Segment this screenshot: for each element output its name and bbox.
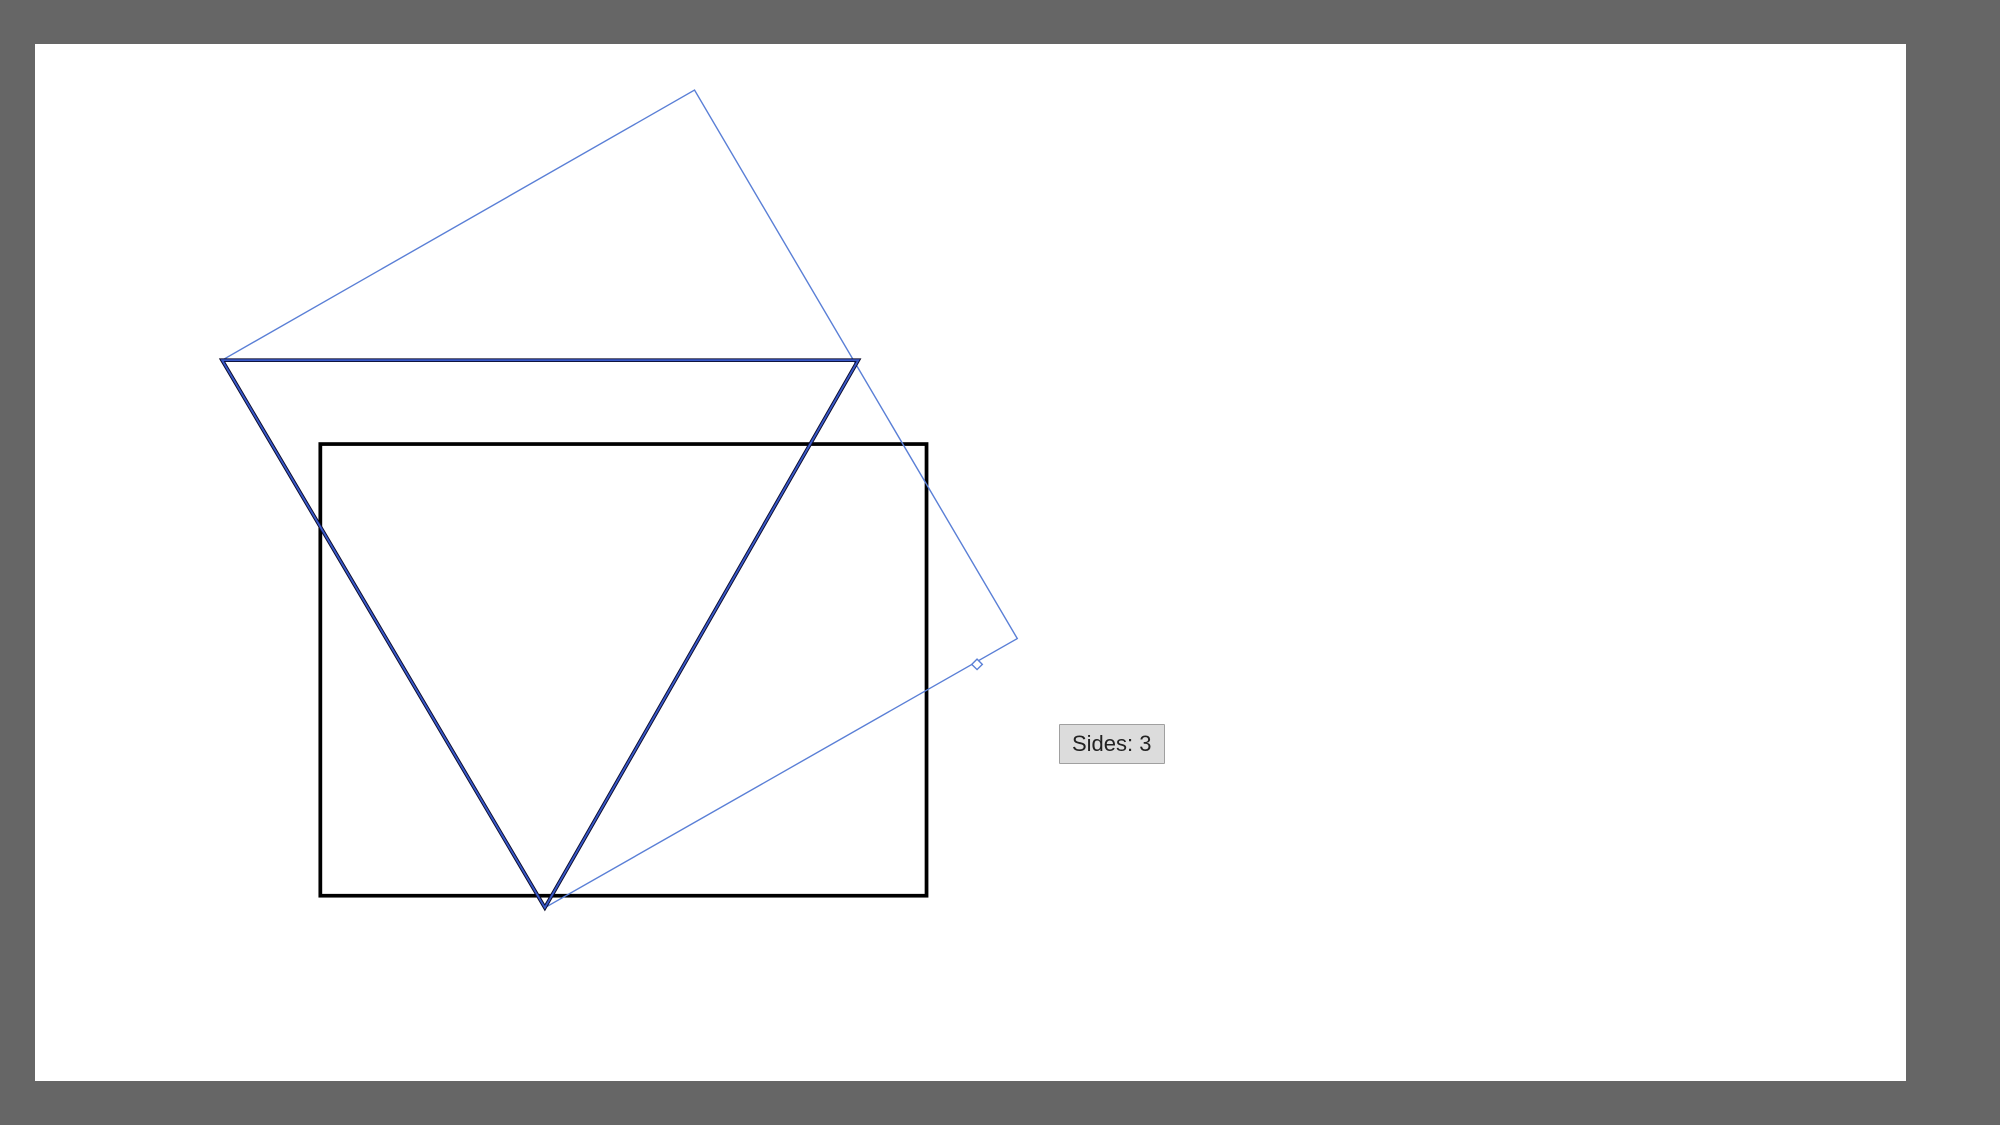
artboard[interactable]: Sides: 3	[35, 44, 1906, 1081]
sides-tooltip: Sides: 3	[1059, 724, 1165, 764]
sides-tooltip-label: Sides: 3	[1072, 731, 1152, 756]
selection-handle[interactable]	[972, 659, 983, 669]
drawing-canvas[interactable]	[35, 44, 1906, 1081]
selection-bounding-box	[222, 90, 1017, 908]
rectangle-shape[interactable]	[320, 444, 926, 896]
